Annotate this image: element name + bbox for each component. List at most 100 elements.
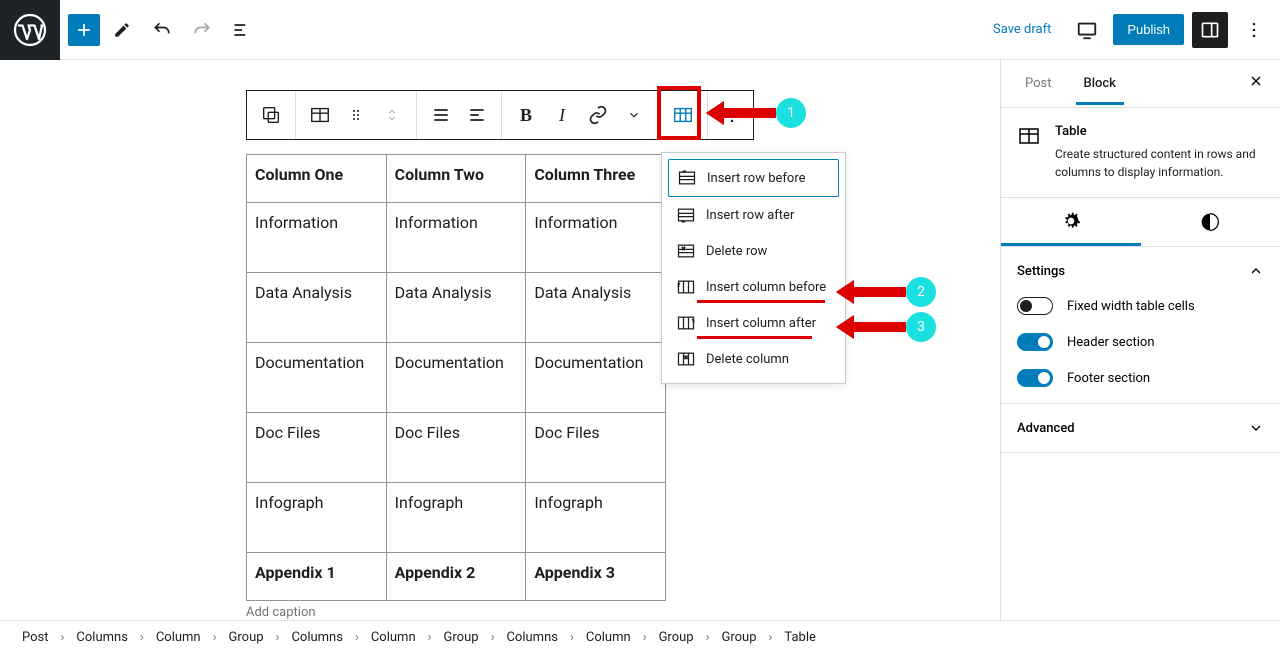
table-cell[interactable]: Doc Files (247, 413, 387, 483)
edit-tools-button[interactable] (104, 12, 140, 48)
preview-button[interactable] (1069, 12, 1105, 48)
annotation-arrow-3: 3 (836, 312, 936, 342)
breadcrumb-item[interactable]: Group (227, 630, 266, 645)
align-none-button[interactable] (423, 97, 459, 133)
chevron-right-icon: › (134, 630, 150, 645)
block-title: Table (1055, 124, 1264, 139)
breadcrumb-item[interactable]: Post (20, 630, 51, 645)
table-header-cell[interactable]: Column Two (386, 155, 526, 203)
toggle-fixed-width[interactable] (1017, 297, 1053, 315)
table-cell[interactable]: Doc Files (526, 413, 666, 483)
table-footer-cell[interactable]: Appendix 2 (386, 553, 526, 601)
breadcrumb-item[interactable]: Group (720, 630, 759, 645)
table-cell[interactable]: Infograph (526, 483, 666, 553)
table-cell[interactable]: Infograph (386, 483, 526, 553)
block-toolbar: B I (246, 90, 754, 140)
setting-label: Footer section (1067, 371, 1150, 386)
options-menu-button[interactable] (1236, 12, 1272, 48)
table-action-icon (676, 277, 696, 297)
chevron-right-icon: › (700, 630, 716, 645)
table-edit-dropdown: Insert row beforeInsert row afterDelete … (661, 152, 846, 384)
chevron-right-icon: › (270, 630, 286, 645)
dropdown-item[interactable]: Insert row before (668, 159, 839, 197)
toggle-footer-section[interactable] (1017, 369, 1053, 387)
table-cell[interactable]: Data Analysis (526, 273, 666, 343)
tab-post[interactable]: Post (1017, 62, 1060, 105)
dropdown-item[interactable]: Insert row after (668, 197, 839, 233)
table-cell[interactable]: Data Analysis (386, 273, 526, 343)
table-cell[interactable]: Documentation (526, 343, 666, 413)
table-action-icon (676, 241, 696, 261)
annotation-arrow-1: 1 (706, 98, 806, 128)
wordpress-logo[interactable] (0, 0, 60, 60)
more-rich-text-button[interactable] (616, 97, 652, 133)
setting-label: Fixed width table cells (1067, 299, 1195, 314)
chevron-right-icon: › (485, 630, 501, 645)
breadcrumb-item[interactable]: Column (154, 630, 203, 645)
table-action-icon (676, 313, 696, 333)
italic-button[interactable]: I (544, 97, 580, 133)
sidebar-toggle-button[interactable] (1192, 12, 1228, 48)
table-header-cell[interactable]: Column Three (526, 155, 666, 203)
table-cell[interactable]: Information (247, 203, 387, 273)
chevron-right-icon: › (637, 630, 653, 645)
save-draft-button[interactable]: Save draft (983, 16, 1061, 43)
document-overview-button[interactable] (224, 12, 260, 48)
table-cell[interactable]: Information (526, 203, 666, 273)
table-action-icon (677, 168, 697, 188)
breadcrumb-item[interactable]: Columns (289, 630, 345, 645)
chevron-right-icon: › (55, 630, 71, 645)
link-button[interactable] (580, 97, 616, 133)
chevron-right-icon: › (564, 630, 580, 645)
bold-button[interactable]: B (508, 97, 544, 133)
subtab-styles[interactable] (1141, 198, 1280, 246)
table-cell[interactable]: Documentation (247, 343, 387, 413)
publish-button[interactable]: Publish (1113, 14, 1184, 45)
subtab-settings[interactable] (1001, 198, 1141, 246)
editor-canvas: B I (0, 60, 1000, 620)
move-updown-button[interactable] (374, 97, 410, 133)
table-cell[interactable]: Doc Files (386, 413, 526, 483)
select-parent-button[interactable] (253, 97, 289, 133)
chevron-right-icon: › (422, 630, 438, 645)
drag-handle-icon[interactable] (338, 97, 374, 133)
dropdown-item[interactable]: Delete row (668, 233, 839, 269)
table-caption-input[interactable]: Add caption (246, 601, 754, 624)
breadcrumb-item[interactable]: Table (782, 630, 817, 645)
table-cell[interactable]: Documentation (386, 343, 526, 413)
table-cell[interactable]: Information (386, 203, 526, 273)
settings-panel-header[interactable]: Settings (1017, 263, 1264, 279)
redo-button[interactable] (184, 12, 220, 48)
advanced-panel-header[interactable]: Advanced (1017, 420, 1264, 436)
table-cell[interactable]: Infograph (247, 483, 387, 553)
breadcrumb-item[interactable]: Group (657, 630, 696, 645)
edit-table-button[interactable] (665, 97, 701, 133)
settings-sidebar: Post Block Table Create structured conte… (1000, 60, 1280, 620)
breadcrumb-item[interactable]: Group (442, 630, 481, 645)
breadcrumb-item[interactable]: Column (584, 630, 633, 645)
table-action-icon (676, 349, 696, 369)
close-sidebar-button[interactable] (1248, 73, 1264, 94)
breadcrumb-item[interactable]: Columns (74, 630, 130, 645)
undo-button[interactable] (144, 12, 180, 48)
tab-block[interactable]: Block (1076, 62, 1124, 105)
chevron-right-icon: › (763, 630, 779, 645)
chevron-right-icon: › (349, 630, 365, 645)
breadcrumb-item[interactable]: Columns (504, 630, 560, 645)
toggle-header-section[interactable] (1017, 333, 1053, 351)
table-action-icon (676, 205, 696, 225)
breadcrumb-item[interactable]: Column (369, 630, 418, 645)
block-description: Create structured content in rows and co… (1055, 145, 1264, 181)
add-block-button[interactable] (68, 14, 100, 46)
table-cell[interactable]: Data Analysis (247, 273, 387, 343)
text-align-button[interactable] (459, 97, 495, 133)
block-breadcrumb: Post›Columns›Column›Group›Columns›Column… (0, 620, 1280, 653)
annotation-arrow-2: 2 (836, 277, 936, 307)
annotation-underline-2 (697, 300, 825, 303)
content-table[interactable]: Column One Column Two Column Three Infor… (246, 154, 666, 601)
table-footer-cell[interactable]: Appendix 1 (247, 553, 387, 601)
table-footer-cell[interactable]: Appendix 3 (526, 553, 666, 601)
table-header-cell[interactable]: Column One (247, 155, 387, 203)
dropdown-item[interactable]: Delete column (668, 341, 839, 377)
table-block-icon[interactable] (302, 97, 338, 133)
